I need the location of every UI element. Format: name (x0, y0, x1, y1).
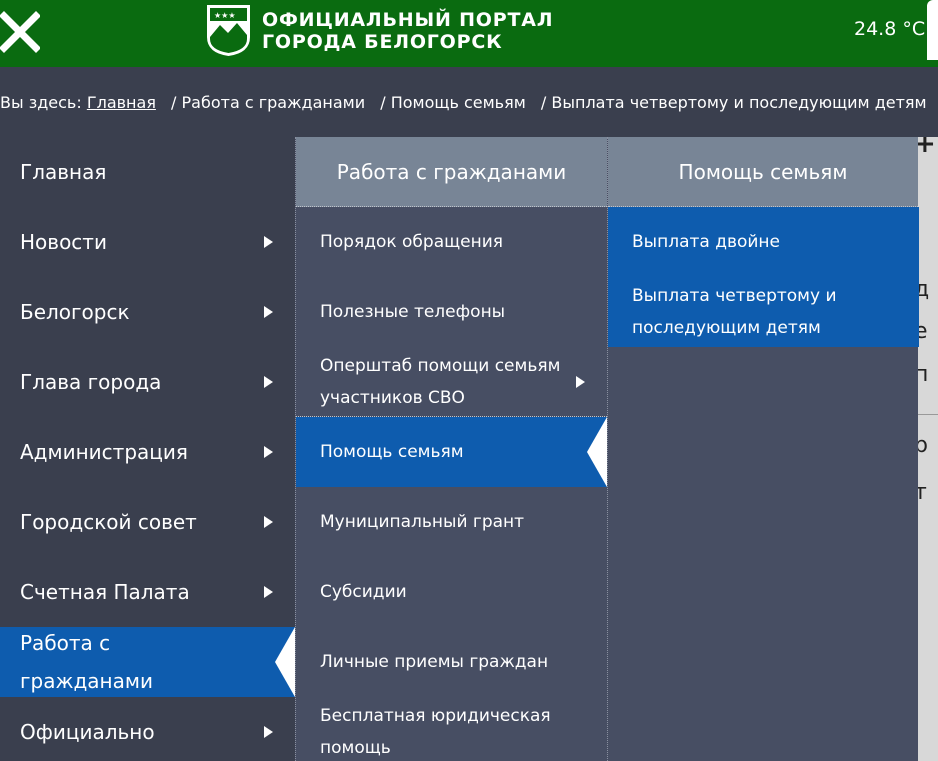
menu-item-official[interactable]: Официально (0, 697, 295, 761)
breadcrumb: Вы здесь: Главная / Работа с гражданами … (0, 93, 927, 112)
portal-title[interactable]: ОФИЦИАЛЬНЫЙ ПОРТАЛ ГОРОДА БЕЛОГОРСК (262, 9, 553, 53)
menu-item-city-head[interactable]: Глава города (0, 347, 295, 417)
breadcrumb-item: / Работа с гражданами (171, 93, 366, 112)
menu-item-city-council[interactable]: Городской совет (0, 487, 295, 557)
submenu-item-phones[interactable]: Полезные телефоны (296, 277, 607, 347)
submenu-item-procedure[interactable]: Порядок обращения (296, 207, 607, 277)
portal-title-line2: ГОРОДА БЕЛОГОРСК (262, 31, 503, 53)
submenu-item-legal-help[interactable]: Бесплатная юридическая помощь (296, 697, 607, 761)
menu-item-belogorsk[interactable]: Белогорск (0, 277, 295, 347)
submenu-family-help: Помощь семьям Выплата двойне Выплата чет… (607, 137, 919, 761)
active-notch-icon (275, 627, 295, 697)
submenu-item-personal-reception[interactable]: Личные приемы граждан (296, 627, 607, 697)
portal-title-line1: ОФИЦИАЛЬНЫЙ ПОРТАЛ (262, 9, 554, 31)
menu-item-audit-chamber[interactable]: Счетная Палата (0, 557, 295, 627)
menu-item-news[interactable]: Новости (0, 207, 295, 277)
submenu-arrow-icon (264, 306, 273, 318)
city-emblem-icon[interactable]: ★★★ (205, 3, 252, 57)
svg-text:★★★: ★★★ (214, 11, 236, 20)
background-page-content: + д е п р т (918, 137, 938, 761)
subsubmenu-title: Помощь семьям (608, 137, 918, 207)
subsubmenu-item-twins[interactable]: Выплата двойне (608, 207, 919, 277)
submenu-arrow-icon (264, 376, 273, 388)
breadcrumb-item: / Помощь семьям (380, 93, 526, 112)
menu-item-home[interactable]: Главная (0, 137, 295, 207)
header-edge (927, 0, 938, 60)
close-menu-icon[interactable] (0, 10, 41, 54)
submenu-arrow-icon (264, 516, 273, 528)
breadcrumb-home-link[interactable]: Главная (87, 93, 156, 112)
submenu-item-subsidies[interactable]: Субсидии (296, 557, 607, 627)
subsubmenu-item-fourth-child[interactable]: Выплата четвертому и последующим детям (608, 277, 919, 347)
submenu-arrow-icon (264, 446, 273, 458)
active-notch-icon (587, 417, 607, 487)
main-menu: Главная Новости Белогорск Глава города А… (0, 137, 295, 761)
submenu-arrow-icon (264, 236, 273, 248)
breadcrumb-prefix: Вы здесь: (0, 93, 82, 112)
submenu-item-svo-hq[interactable]: Оперштаб помощи семьям участников СВО (296, 347, 607, 417)
submenu-arrow-icon (264, 586, 273, 598)
submenu-title: Работа с гражданами (296, 137, 607, 207)
site-header: ★★★ ОФИЦИАЛЬНЫЙ ПОРТАЛ ГОРОДА БЕЛОГОРСК … (0, 0, 938, 67)
menu-item-citizens[interactable]: Работа с гражданами (0, 627, 295, 697)
menu-item-administration[interactable]: Администрация (0, 417, 295, 487)
submenu-citizens: Работа с гражданами Порядок обращения По… (295, 137, 607, 761)
temperature-readout: 24.8 °C (854, 18, 926, 40)
submenu-arrow-icon (576, 376, 585, 388)
submenu-item-municipal-grant[interactable]: Муниципальный грант (296, 487, 607, 557)
submenu-item-family-help[interactable]: Помощь семьям (296, 417, 607, 487)
submenu-arrow-icon (264, 726, 273, 738)
breadcrumb-item: / Выплата четвертому и последующим детям (540, 93, 927, 112)
